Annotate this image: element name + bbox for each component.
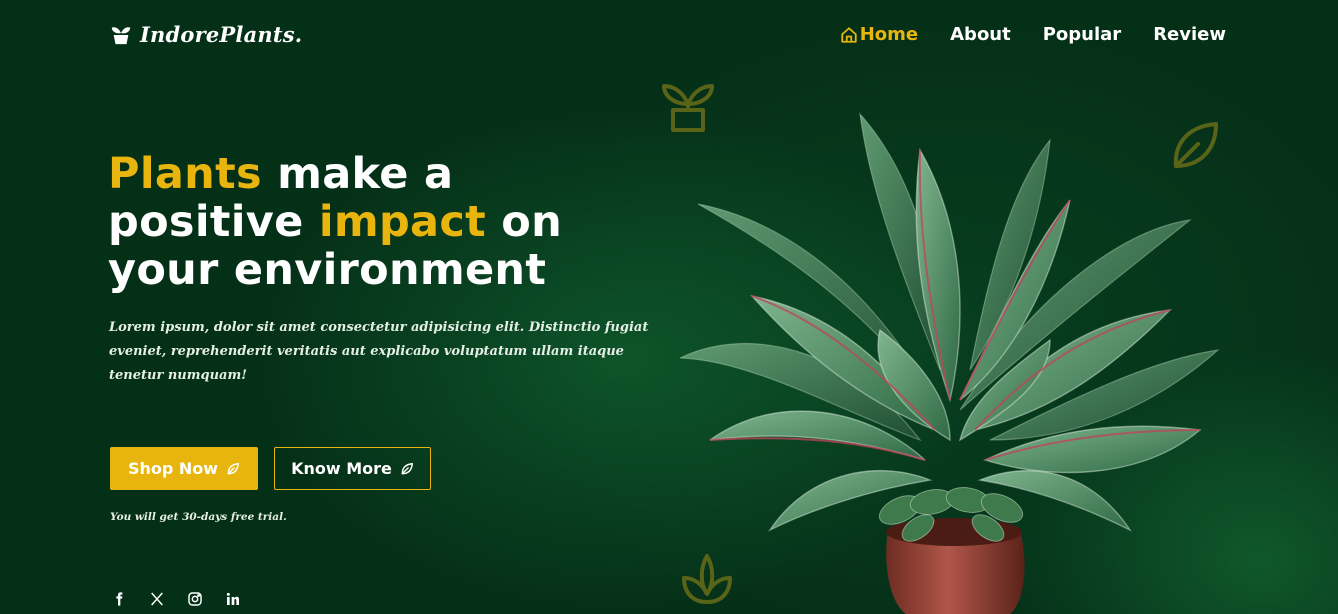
instagram-icon[interactable]: [186, 590, 204, 608]
hero-title-line1: make a: [261, 149, 454, 199]
nav-popular[interactable]: Popular: [1043, 24, 1121, 45]
shop-now-label: Shop Now: [127, 459, 219, 478]
nav-review[interactable]: Review: [1153, 24, 1226, 45]
trial-note: You will get 30-days free trial.: [110, 511, 287, 523]
know-more-button[interactable]: Know More: [274, 447, 431, 490]
linkedin-icon[interactable]: [224, 590, 242, 608]
nav-about[interactable]: About: [950, 24, 1011, 45]
x-icon[interactable]: [148, 590, 166, 608]
hero-plant-image: [679, 112, 1220, 614]
hero-description: Lorem ipsum, dolor sit amet consectetur …: [109, 320, 649, 383]
hero-title-accent-impact: impact: [318, 197, 487, 247]
hero-title-accent-plants: Plants: [108, 149, 262, 199]
facebook-icon[interactable]: [110, 590, 128, 608]
hero-title-line3: your environment: [108, 245, 547, 295]
main-nav: Home About Popular Review: [840, 24, 1226, 45]
hero-title-line2-end: on: [486, 197, 563, 247]
hero-title-line2-start: positive: [108, 197, 319, 247]
nav-home-label: Home: [859, 24, 919, 45]
leaf-icon: [401, 462, 413, 474]
shop-now-button[interactable]: Shop Now: [110, 447, 258, 490]
social-links: [110, 590, 242, 608]
nav-home[interactable]: Home: [840, 24, 918, 45]
leaf-icon: [227, 462, 240, 474]
hero-title: Plants make a positive impact on your en…: [108, 150, 668, 294]
home-icon: [841, 26, 857, 43]
logo[interactable]: IndorePlants.: [110, 22, 302, 47]
logo-text: IndorePlants.: [140, 22, 303, 47]
know-more-label: Know More: [291, 459, 392, 478]
plant-pot-icon: [111, 26, 131, 44]
